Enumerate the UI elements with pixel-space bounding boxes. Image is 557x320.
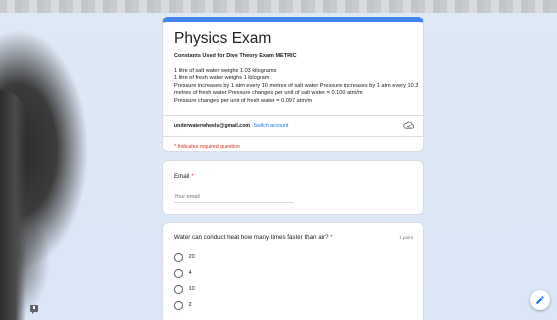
form-header-card: Physics Exam Constants Used for Dive The… bbox=[162, 17, 424, 152]
email-question-card: Email * bbox=[162, 160, 424, 215]
email-input[interactable] bbox=[174, 191, 294, 203]
edit-button[interactable] bbox=[530, 290, 550, 310]
option-label: 10 bbox=[188, 286, 195, 293]
switch-account-link[interactable]: Switch account bbox=[253, 123, 288, 129]
required-star: * bbox=[330, 234, 333, 241]
divider bbox=[163, 115, 423, 116]
required-star: * bbox=[191, 173, 194, 180]
required-notice: * Indicates required question bbox=[174, 144, 240, 150]
question-points: 1 point bbox=[399, 235, 413, 240]
question-card: Water can conduct heat how many times fa… bbox=[162, 222, 424, 320]
radio-button[interactable] bbox=[174, 285, 183, 294]
radio-option-4[interactable]: 4 bbox=[174, 269, 192, 278]
feedback-icon[interactable] bbox=[30, 305, 38, 314]
form-description: 1 litre of salt water weighs 1.03 kilogr… bbox=[174, 68, 419, 105]
cloud-saved-icon bbox=[403, 121, 414, 129]
question-text: Water can conduct heat how many times fa… bbox=[174, 234, 333, 241]
description-line: 1 litre of fresh water weighs 1 kilogram bbox=[174, 75, 270, 82]
form-title: Physics Exam bbox=[174, 30, 272, 47]
radio-option-20[interactable]: 20 bbox=[174, 253, 195, 262]
question-label: Water can conduct heat how many times fa… bbox=[174, 234, 329, 241]
description-line: Pressure increases by 1 atm every 10 met… bbox=[174, 82, 419, 97]
radio-option-10[interactable]: 10 bbox=[174, 285, 195, 294]
pencil-icon bbox=[536, 296, 544, 304]
description-line: Pressure changes per unit of fresh water… bbox=[174, 97, 313, 104]
account-email: underwaterwheels@gmail.com bbox=[174, 123, 250, 129]
email-question-label: Email * bbox=[174, 173, 194, 180]
form-subtitle: Constants Used for Dive Theory Exam METR… bbox=[174, 53, 297, 59]
email-label-text: Email bbox=[174, 173, 190, 180]
divider bbox=[163, 136, 423, 137]
account-row: underwaterwheels@gmail.com Switch accoun… bbox=[174, 123, 288, 129]
radio-button[interactable] bbox=[174, 269, 183, 278]
option-label: 20 bbox=[188, 254, 195, 261]
radio-button[interactable] bbox=[174, 253, 183, 262]
radio-button[interactable] bbox=[174, 301, 183, 310]
radio-option-2[interactable]: 2 bbox=[174, 301, 192, 310]
option-label: 2 bbox=[188, 302, 192, 309]
description-line: 1 litre of salt water weighs 1.03 kilogr… bbox=[174, 68, 277, 74]
option-label: 4 bbox=[188, 270, 192, 277]
